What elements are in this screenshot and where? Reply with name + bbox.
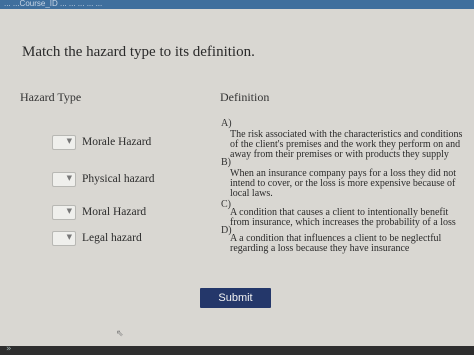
browser-address-bar: ... ...Course_ID ... ... ... ... ... bbox=[0, 0, 474, 9]
chevron-down-icon: ▼ bbox=[66, 173, 72, 182]
definition-header: Definition bbox=[220, 90, 270, 104]
question-title: Match the hazard type to its definition. bbox=[22, 44, 255, 60]
hazard-row-physical: ▼ Physical hazard bbox=[52, 171, 155, 187]
definition-text-b: When an insurance company pays for a los… bbox=[230, 168, 457, 199]
hazard-row-legal: ▼ Legal hazard bbox=[52, 230, 142, 246]
mouse-cursor-icon: ⇖ bbox=[116, 329, 124, 339]
definition-letter-a: A) bbox=[221, 118, 232, 129]
definition-text-a: The risk associated with the characteris… bbox=[230, 129, 463, 160]
hazard-select-moral[interactable]: ▼ bbox=[52, 204, 76, 220]
hazard-select-morale[interactable]: ▼ bbox=[52, 134, 76, 150]
hazard-select-legal[interactable]: ▼ bbox=[52, 230, 76, 246]
hazard-type-header: Hazard Type bbox=[20, 90, 82, 104]
definition-text-d: A a condition that influences a client t… bbox=[230, 233, 442, 254]
chevron-down-icon: ▼ bbox=[66, 206, 72, 215]
hazard-label: Morale Hazard bbox=[82, 136, 152, 148]
chevron-down-icon: ▼ bbox=[66, 136, 72, 145]
hazard-select-physical[interactable]: ▼ bbox=[52, 171, 76, 187]
url-text: ... ...Course_ID ... ... ... ... ... bbox=[4, 0, 103, 8]
hazard-label: Physical hazard bbox=[82, 173, 155, 185]
definition-text-c: A condition that causes a client to inte… bbox=[230, 207, 456, 228]
hazard-row-morale: ▼ Morale Hazard bbox=[52, 134, 152, 150]
taskbar: » bbox=[0, 344, 474, 355]
submit-button[interactable]: Submit bbox=[200, 288, 271, 308]
hazard-label: Moral Hazard bbox=[82, 206, 147, 218]
chevron-down-icon: ▼ bbox=[66, 232, 72, 241]
fast-forward-icon[interactable]: » bbox=[6, 344, 12, 354]
hazard-label: Legal hazard bbox=[82, 232, 142, 244]
hazard-row-moral: ▼ Moral Hazard bbox=[52, 204, 147, 220]
definition-letter-b: B) bbox=[221, 157, 231, 168]
